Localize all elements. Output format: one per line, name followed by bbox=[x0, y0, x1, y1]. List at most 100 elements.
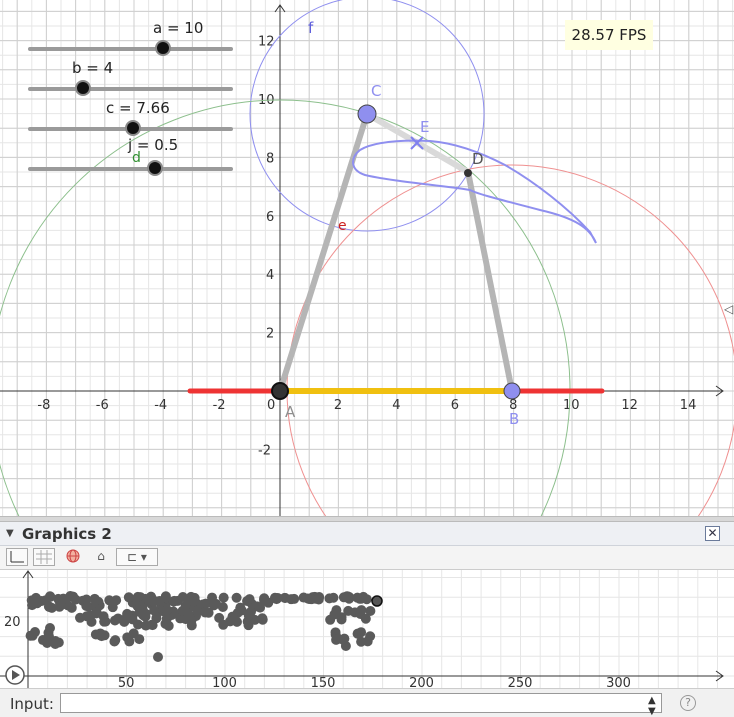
point-c[interactable] bbox=[357, 104, 377, 124]
point-b[interactable] bbox=[503, 382, 521, 400]
trace-dot bbox=[45, 623, 55, 633]
input-label: Input: bbox=[10, 695, 54, 713]
trace-dot bbox=[134, 634, 145, 645]
label-a: A bbox=[285, 403, 296, 421]
slider-knob[interactable] bbox=[75, 80, 92, 96]
trace-dot bbox=[148, 596, 159, 607]
slider-track bbox=[28, 167, 233, 171]
trace-dot bbox=[325, 614, 336, 625]
label-b: B bbox=[509, 410, 519, 428]
play-button[interactable] bbox=[5, 665, 25, 685]
trace-dot bbox=[257, 614, 268, 625]
trace-dot bbox=[286, 594, 297, 605]
x-tick-label: 2 bbox=[334, 398, 342, 413]
trace-dot bbox=[331, 634, 342, 645]
globe-icon[interactable] bbox=[62, 548, 84, 566]
circle-red[interactable] bbox=[286, 164, 734, 516]
trace-dot bbox=[360, 613, 371, 624]
input-field[interactable] bbox=[60, 693, 662, 713]
x-tick-label: 10 bbox=[563, 398, 580, 413]
trace-dot bbox=[243, 610, 254, 621]
current-trace-point[interactable] bbox=[371, 595, 383, 607]
grid-icon[interactable] bbox=[33, 548, 55, 566]
trace-dot bbox=[217, 601, 228, 612]
y-tick-label: 4 bbox=[266, 268, 274, 283]
x-tick-label: 100 bbox=[212, 676, 237, 688]
trace-dot bbox=[231, 592, 242, 603]
x-tick-label: 0 bbox=[267, 398, 275, 413]
trace-dot bbox=[160, 618, 171, 629]
label-d: D bbox=[472, 150, 484, 168]
slider-c-label: c = 7.66 bbox=[106, 99, 170, 117]
slider-knob[interactable] bbox=[147, 160, 164, 176]
x-tick-label: -4 bbox=[154, 398, 167, 413]
x-tick-label: -8 bbox=[37, 398, 50, 413]
x-tick-label: 50 bbox=[118, 676, 135, 688]
trace-dot bbox=[84, 610, 95, 621]
label-e: E bbox=[420, 118, 429, 136]
trace-dot bbox=[138, 610, 149, 621]
trace-dot bbox=[168, 596, 179, 607]
trace-dot bbox=[331, 605, 342, 616]
collapse-arrow-icon[interactable]: ◁ bbox=[724, 302, 733, 316]
y-tick-label: 2 bbox=[266, 327, 274, 342]
slider-a-label: a = 10 bbox=[153, 19, 204, 37]
point-a[interactable] bbox=[271, 382, 289, 400]
help-button[interactable]: ? bbox=[680, 695, 696, 711]
trace-dot bbox=[356, 627, 367, 638]
graphics-view-2[interactable]: 50 100 150 200 250 300 20 bbox=[0, 570, 734, 688]
slider-knob[interactable] bbox=[124, 120, 141, 136]
rod-db[interactable] bbox=[465, 169, 515, 394]
trace-dot bbox=[153, 652, 163, 662]
trace-dot bbox=[302, 593, 313, 604]
trace-dot bbox=[149, 605, 160, 616]
label-c: C bbox=[371, 82, 381, 100]
trace-dot bbox=[218, 619, 229, 630]
slider-track bbox=[28, 87, 233, 91]
y-tick-label: 20 bbox=[4, 615, 21, 630]
slider-track bbox=[28, 47, 233, 51]
input-dropdown-icon[interactable]: ▲ ▼ bbox=[648, 695, 656, 717]
trace-dot bbox=[218, 592, 229, 603]
trace-dot bbox=[324, 593, 335, 604]
trace-dot bbox=[123, 592, 134, 603]
trace-dot bbox=[200, 598, 211, 609]
slider-j-label: j = 0.5 bbox=[128, 136, 179, 154]
trace-dot bbox=[342, 591, 353, 602]
x-tick-label: 200 bbox=[409, 676, 434, 688]
trace-dot bbox=[124, 636, 135, 647]
point-d[interactable] bbox=[464, 169, 472, 177]
collapse-triangle-icon[interactable]: ▼ bbox=[6, 528, 14, 539]
slider-b[interactable] bbox=[28, 77, 233, 101]
trace-dot bbox=[352, 592, 363, 603]
slider-j[interactable] bbox=[28, 157, 233, 181]
trace-dot bbox=[70, 594, 81, 605]
label-e-circle: e bbox=[338, 218, 347, 234]
y-tick-label: 6 bbox=[266, 210, 274, 225]
home-icon[interactable]: ⌂ bbox=[90, 548, 112, 566]
close-button[interactable]: ✕ bbox=[705, 526, 720, 541]
input-bar: Input: ▲ ▼ ? bbox=[0, 688, 734, 717]
trace-dot bbox=[96, 631, 107, 642]
trace-dot bbox=[242, 595, 253, 606]
trace-dot bbox=[45, 591, 56, 602]
trace-dot bbox=[81, 594, 92, 605]
trace-dot bbox=[203, 607, 214, 618]
axes-icon[interactable] bbox=[6, 548, 28, 566]
trace-dot bbox=[362, 636, 373, 647]
y-tick-label: -2 bbox=[258, 443, 271, 458]
x-tick-label: 14 bbox=[680, 398, 697, 413]
style-dropdown-icon[interactable]: ⊏ ▾ bbox=[116, 548, 158, 566]
trace-dot bbox=[229, 614, 240, 625]
trace-dot bbox=[109, 615, 120, 626]
graphics-2-header: ▼ Graphics 2 ✕ bbox=[0, 522, 734, 546]
trace-dot bbox=[75, 612, 86, 623]
graphics-2-toolbar: ⌂ ⊏ ▾ bbox=[0, 546, 734, 570]
trace-dot bbox=[356, 605, 367, 616]
slider-a[interactable] bbox=[28, 37, 233, 61]
slider-knob[interactable] bbox=[155, 40, 172, 56]
x-tick-label: 12 bbox=[621, 398, 638, 413]
x-tick-label: 4 bbox=[392, 398, 400, 413]
x-tick-label: 250 bbox=[508, 676, 533, 688]
trace-dot bbox=[43, 631, 54, 642]
